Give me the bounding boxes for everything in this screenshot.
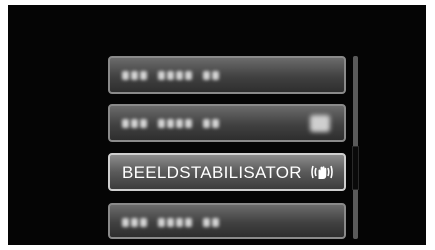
blurred-setting-icon: [310, 115, 330, 132]
menu-item-beeldstabilisator[interactable]: BEELDSTABILISATOR: [108, 153, 346, 191]
blurred-label: [122, 218, 219, 227]
menu-scrollbar[interactable]: [352, 56, 359, 239]
scrollbar-thumb[interactable]: [352, 146, 359, 190]
menu-item-2[interactable]: [108, 104, 346, 142]
menu-item-4[interactable]: [108, 203, 346, 239]
camera-menu-screen: BEELDSTABILISATOR: [8, 5, 426, 245]
menu-item-1[interactable]: [108, 56, 346, 94]
blurred-label: [122, 71, 219, 80]
menu-item-label: BEELDSTABILISATOR: [122, 163, 302, 182]
image-stabilizer-hand-icon: [311, 165, 333, 179]
blurred-label: [122, 119, 219, 128]
